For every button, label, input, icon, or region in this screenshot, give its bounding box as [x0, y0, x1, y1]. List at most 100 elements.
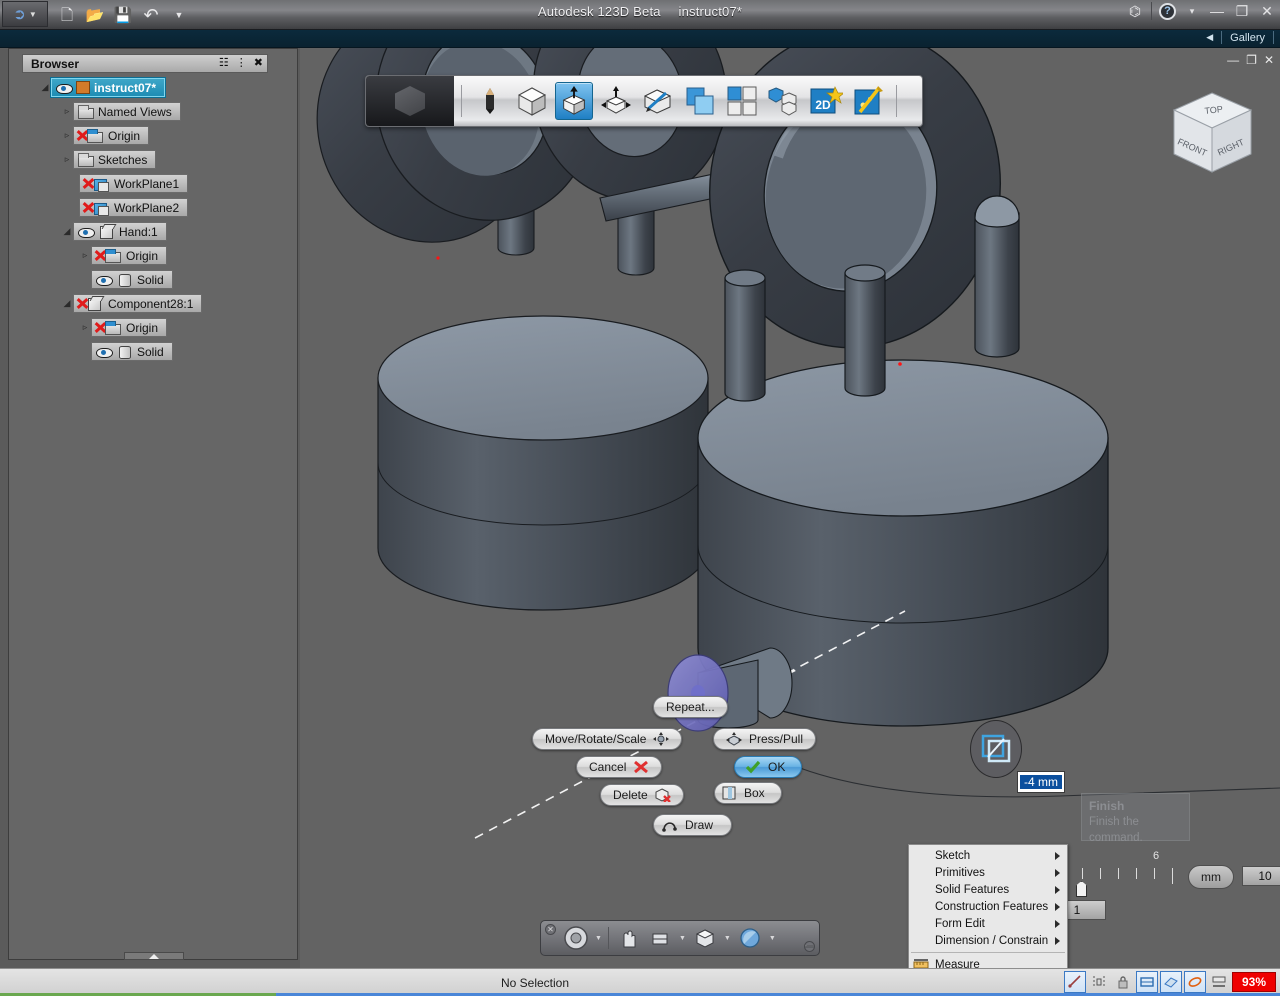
snap-button[interactable]	[1064, 971, 1086, 993]
drawing-2d-tool-button[interactable]: 2D	[807, 82, 845, 120]
viewport-3d[interactable]: — ❐ ✕ 2D TOP FRONT RIGHT Repeat... Move/…	[300, 48, 1280, 968]
hidden-folder-icon[interactable]	[95, 248, 122, 263]
tree-row-hand[interactable]: ◢ Hand:1	[9, 221, 297, 242]
tree-node-solid[interactable]: Solid	[91, 270, 173, 289]
chevron-down-icon[interactable]: ▼	[724, 935, 731, 942]
tree-node-sketches[interactable]: Sketches	[73, 150, 157, 169]
expand-toggle-icon[interactable]: ◢	[61, 298, 73, 309]
restore-button[interactable]: ❐	[1233, 3, 1251, 20]
plane-button[interactable]	[1160, 971, 1182, 993]
help-icon[interactable]: ?	[1159, 2, 1176, 20]
tree-row-solid-2[interactable]: Solid	[9, 341, 297, 362]
eye-icon[interactable]	[95, 272, 113, 287]
delete-pill[interactable]: Delete	[600, 784, 684, 806]
context-item-construction-features[interactable]: Construction Features	[909, 898, 1067, 915]
browser-dock-button[interactable]: ⋮	[236, 58, 247, 69]
context-item-dimension-constrain[interactable]: Dimension / Constrain	[909, 932, 1067, 949]
tree-row-workplane1[interactable]: WorkPlane1	[9, 173, 297, 194]
expand-toggle-icon[interactable]: ◢	[61, 226, 73, 237]
construct-tool-button[interactable]	[597, 82, 635, 120]
delete-menu-item[interactable]: Delete	[600, 784, 684, 806]
tree-row-workplane2[interactable]: WorkPlane2	[9, 197, 297, 218]
draw-menu-item[interactable]: Draw	[653, 814, 733, 837]
tree-node-solid[interactable]: Solid	[91, 342, 173, 361]
expand-toggle-icon[interactable]: ▹	[61, 106, 73, 117]
ok-pill[interactable]: OK	[734, 756, 803, 778]
tree-row-sketches[interactable]: ▹ Sketches	[9, 149, 297, 170]
cancel-menu-item[interactable]: Cancel	[576, 756, 663, 778]
cancel-pill[interactable]: Cancel	[576, 756, 663, 778]
expand-toggle-icon[interactable]: ▹	[79, 322, 91, 333]
sketch-tool-button[interactable]	[471, 82, 509, 120]
repeat-menu-item[interactable]: Repeat...	[653, 696, 728, 718]
eye-icon[interactable]	[77, 224, 95, 239]
layout-button[interactable]	[1208, 971, 1230, 993]
lock-button[interactable]	[1112, 971, 1134, 993]
chevron-down-icon[interactable]: ▾	[1183, 6, 1201, 17]
move-rotate-scale-menu-item[interactable]: Move/Rotate/Scale	[532, 728, 683, 750]
browser-close-button[interactable]: ✖	[254, 58, 263, 69]
minimize-document-button[interactable]: —	[1227, 54, 1239, 66]
dimension-button[interactable]	[1136, 971, 1158, 993]
grid-value-field[interactable]: 10	[1242, 866, 1280, 886]
eye-icon[interactable]	[55, 80, 73, 95]
panel-resize-handle[interactable]	[124, 952, 184, 960]
context-item-form-edit[interactable]: Form Edit	[909, 915, 1067, 932]
browser-filter-button[interactable]: ☷	[219, 58, 229, 69]
hidden-folder-icon[interactable]	[95, 320, 122, 335]
orbit-button[interactable]	[692, 925, 718, 951]
hidden-workplane-icon[interactable]	[83, 200, 110, 216]
zoom-button[interactable]	[647, 925, 673, 951]
toolbar-grip[interactable]	[366, 76, 454, 126]
repeat-pill[interactable]: Repeat...	[653, 696, 728, 718]
tree-node-origin[interactable]: Origin	[73, 126, 150, 145]
close-document-button[interactable]: ✕	[1264, 54, 1274, 66]
steering-wheel-button[interactable]	[563, 925, 589, 951]
tree-node-hand[interactable]: Hand:1	[73, 222, 167, 241]
expand-toggle-icon[interactable]: ▹	[61, 154, 73, 165]
expand-toggle-icon[interactable]: ◢	[39, 82, 51, 93]
tree-row-origin-1[interactable]: ▹ Origin	[9, 125, 297, 146]
tree-row-component28[interactable]: ◢ Component28:1	[9, 293, 297, 314]
context-item-sketch[interactable]: Sketch	[909, 847, 1067, 864]
hidden-component-icon[interactable]	[77, 296, 104, 311]
pattern-tool-button[interactable]	[681, 82, 719, 120]
tree-node-origin[interactable]: Origin	[91, 318, 168, 337]
broadcast-icon[interactable]: ⌬	[1126, 3, 1144, 20]
chevron-down-icon[interactable]: ▼	[679, 935, 686, 942]
tree-node-workplane2[interactable]: WorkPlane2	[79, 198, 189, 217]
dimension-value-field[interactable]: -4 mm	[1017, 771, 1065, 793]
modify-tool-button[interactable]	[639, 82, 677, 120]
close-button[interactable]: ✕	[1258, 3, 1276, 20]
collapse-ribbon-icon[interactable]: ◀	[1206, 32, 1213, 43]
tree-row-named-views[interactable]: ▹ Named Views	[9, 101, 297, 122]
box-pill[interactable]: Box	[714, 782, 782, 804]
press-pull-menu-item[interactable]: Press/Pull	[713, 728, 817, 751]
restore-document-button[interactable]: ❐	[1246, 54, 1257, 66]
solid-features-tool-button[interactable]	[555, 82, 593, 120]
constraint-button[interactable]	[1088, 971, 1110, 993]
hidden-folder-icon[interactable]	[77, 128, 104, 143]
context-item-measure[interactable]: Measure	[909, 956, 1067, 968]
tree-node-workplane1[interactable]: WorkPlane1	[79, 174, 189, 193]
move-rotate-scale-pill[interactable]: Move/Rotate/Scale	[532, 728, 683, 750]
tree-node-origin[interactable]: Origin	[91, 246, 168, 265]
eye-icon[interactable]	[95, 344, 113, 359]
context-item-primitives[interactable]: Primitives	[909, 864, 1067, 881]
primitives-tool-button[interactable]	[513, 82, 551, 120]
tree-row-origin-2[interactable]: ▹ Origin	[9, 245, 297, 266]
ok-menu-item[interactable]: OK	[734, 756, 803, 779]
tree-node-named-views[interactable]: Named Views	[73, 102, 181, 121]
minimize-button[interactable]: —	[1208, 3, 1226, 19]
gallery-link[interactable]: Gallery	[1230, 32, 1265, 44]
marking-menu-center[interactable]	[970, 720, 1022, 778]
draw-pill[interactable]: Draw	[653, 814, 733, 836]
expand-toggle-icon[interactable]: ▹	[79, 250, 91, 261]
tree-row-instruct07[interactable]: ◢ instruct07*	[9, 77, 297, 98]
pan-button[interactable]	[615, 925, 641, 951]
tree-row-origin-3[interactable]: ▹ Origin	[9, 317, 297, 338]
smart-tool-button[interactable]	[849, 82, 887, 120]
context-item-solid-features[interactable]: Solid Features	[909, 881, 1067, 898]
view-cube[interactable]: TOP FRONT RIGHT	[1166, 88, 1258, 180]
hidden-workplane-icon[interactable]	[83, 176, 110, 192]
